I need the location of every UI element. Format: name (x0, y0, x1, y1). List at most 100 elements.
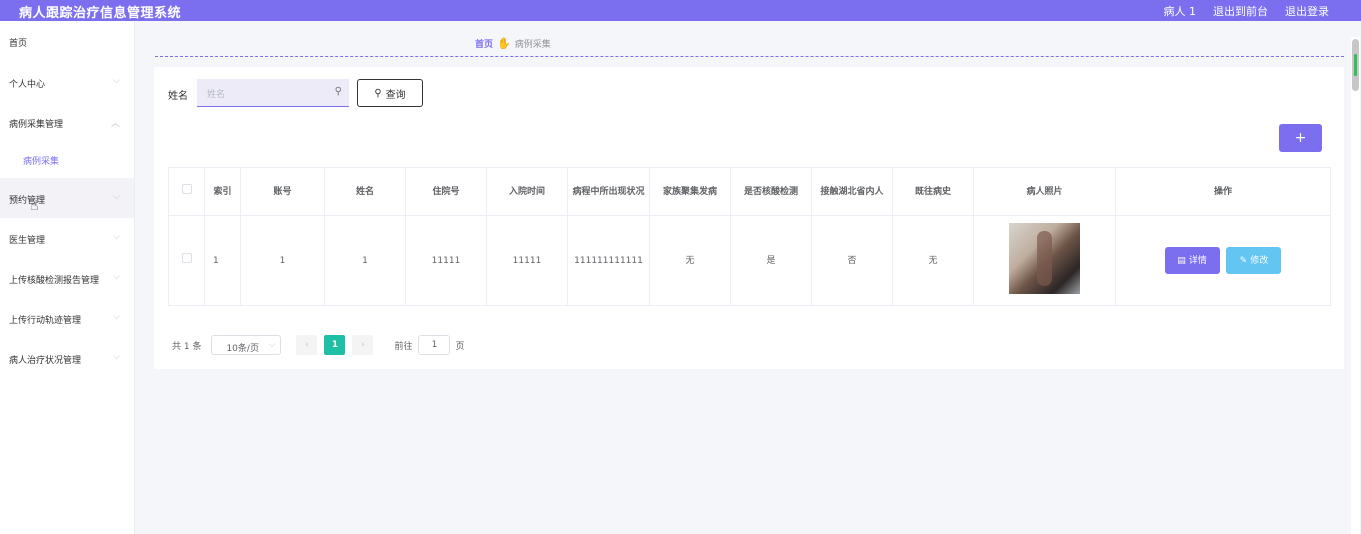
cell-hubei-contact: 否 (811, 215, 893, 306)
sidebar-item-trajectory-management[interactable]: 上传行动轨迹管理 ⌵ (0, 298, 134, 338)
row-select-cell (168, 215, 205, 306)
column-header: 病程中所出现状况 (567, 167, 650, 216)
sidebar-item-label: 预约管理 (9, 196, 46, 206)
query-button-label: 查询 (385, 89, 406, 101)
breadcrumb-current: 病例采集 (514, 40, 551, 50)
sidebar-item-label: 病人治疗状况管理 (9, 356, 82, 366)
query-button[interactable]: ⚲ 查询 (357, 79, 423, 107)
top-right-menu: 病人 1 退出到前台 退出登录 (1164, 3, 1330, 19)
chevron-down-icon: ⌵ (113, 312, 120, 322)
sidebar-item-label: 病例采集管理 (9, 120, 64, 130)
cell-admission-time: 11111 (486, 215, 568, 306)
sidebar: 首页 个人中心 ⌵ 病例采集管理 ︿ 病例采集 预约管理 ⌵ 医生管理 ⌵ 上传… (0, 21, 135, 534)
hand-icon: ✋ (497, 37, 511, 50)
divider (155, 56, 1344, 57)
chevron-up-icon: ︿ (110, 119, 120, 129)
chevron-down-icon: ⌵ (268, 340, 276, 350)
cell-account: 1 (240, 215, 325, 306)
sidebar-item-nucleic-report-management[interactable]: 上传核酸检测报告管理 ⌵ (0, 258, 134, 298)
scrollbar-thumb[interactable] (1352, 39, 1359, 91)
next-page-button[interactable]: › (352, 335, 374, 355)
logout-link[interactable]: 退出登录 (1285, 3, 1329, 19)
breadcrumb-home[interactable]: 首页 (475, 37, 493, 50)
select-all-checkbox[interactable] (181, 184, 192, 194)
table-row: 1 1 1 11111 11111 111111111111 无 是 否 无 ▤… (168, 215, 1331, 306)
cell-photo (973, 215, 1116, 306)
sidebar-item-label: 上传行动轨迹管理 (9, 316, 82, 326)
sidebar-item-label: 医生管理 (9, 236, 46, 246)
sidebar-item-appointment-management[interactable]: 预约管理 ⌵ (0, 178, 134, 218)
page-size-select[interactable]: 10条/页 ⌵ (211, 335, 282, 355)
current-user[interactable]: 病人 1 (1164, 3, 1197, 19)
content-card: 姓名 姓名 ⚲ ⚲ 查询 + 索引 账号 姓名 住院号 入院时间 病程中所出现状… (154, 67, 1344, 369)
edit-button[interactable]: ✎ 修改 (1226, 247, 1282, 274)
chevron-right-icon: › (361, 340, 365, 350)
search-label: 姓名 (168, 91, 188, 102)
pagination-total: 共 1 条 (172, 341, 202, 352)
vertical-scrollbar[interactable] (1351, 37, 1360, 534)
column-header: 账号 (240, 167, 325, 216)
main-content: 首页 ✋ 病例采集 姓名 姓名 ⚲ ⚲ 查询 + 索引 账号 姓名 住院号 入院… (135, 21, 1344, 534)
sidebar-item-case-collection[interactable]: 病例采集 (0, 139, 134, 179)
case-table: 索引 账号 姓名 住院号 入院时间 病程中所出现状况 家族聚集发病 是否核酸检测… (168, 167, 1331, 306)
cell-name: 1 (324, 215, 406, 306)
chevron-down-icon: ⌵ (113, 352, 120, 362)
cell-history: 无 (892, 215, 974, 306)
edit-button-label: 修改 (1250, 255, 1269, 266)
sidebar-item-personal-center[interactable]: 个人中心 ⌵ (0, 62, 134, 102)
patient-photo (1009, 222, 1080, 294)
column-header: 住院号 (405, 167, 487, 216)
name-search-input[interactable]: 姓名 ⚲ (197, 79, 349, 107)
top-bar: 病人跟踪治疗信息管理系统 病人 1 退出到前台 退出登录 (0, 0, 1361, 21)
chevron-down-icon: ⌵ (113, 272, 120, 282)
goto-page-input[interactable]: 1 (418, 335, 451, 355)
pagination: 共 1 条 10条/页 ⌵ ‹ 1 › 前往 1 页 (172, 335, 464, 355)
sidebar-item-label: 病例采集 (23, 157, 60, 167)
cell-condition: 111111111111 (567, 215, 650, 306)
column-header: 接触湖北省内人 (811, 167, 893, 216)
sidebar-item-home[interactable]: 首页 (0, 21, 134, 61)
goto-prefix: 前往 (394, 341, 413, 352)
search-icon: ⚲ (334, 86, 342, 97)
detail-button-label: 详情 (1188, 255, 1207, 266)
table-header-row: 索引 账号 姓名 住院号 入院时间 病程中所出现状况 家族聚集发病 是否核酸检测… (168, 167, 1331, 216)
column-header: 既往病史 (892, 167, 974, 216)
column-header: 家族聚集发病 (649, 167, 731, 216)
sidebar-item-case-collection-management[interactable]: 病例采集管理 ︿ (0, 102, 134, 142)
sidebar-item-doctor-management[interactable]: 医生管理 ⌵ (0, 218, 134, 258)
add-button[interactable]: + (1279, 124, 1322, 152)
sidebar-item-label: 个人中心 (9, 80, 46, 90)
column-header: 索引 (204, 167, 241, 216)
sidebar-item-label: 上传核酸检测报告管理 (9, 276, 100, 286)
row-checkbox[interactable] (181, 253, 192, 263)
mouse-pointer-icon: ☝ (30, 198, 39, 214)
chevron-down-icon: ⌵ (113, 192, 120, 202)
cell-admission-no: 11111 (405, 215, 487, 306)
cell-index: 1 (204, 215, 241, 306)
cell-family-cluster: 无 (649, 215, 731, 306)
detail-button[interactable]: ▤ 详情 (1164, 247, 1220, 274)
column-header: 操作 (1115, 167, 1331, 216)
breadcrumb: 首页 ✋ 病例采集 (475, 37, 551, 50)
column-header: 入院时间 (486, 167, 568, 216)
column-header: 是否核酸检测 (730, 167, 812, 216)
back-to-front-link[interactable]: 退出到前台 (1213, 3, 1268, 19)
chevron-down-icon: ⌵ (113, 232, 120, 242)
cell-nucleic-test: 是 (730, 215, 812, 306)
page-size-value: 10条/页 (226, 344, 259, 354)
page-number-1[interactable]: 1 (324, 335, 346, 355)
select-all-cell (168, 167, 205, 216)
column-header: 病人照片 (973, 167, 1116, 216)
edit-icon: ✎ (1239, 255, 1248, 266)
prev-page-button[interactable]: ‹ (296, 335, 318, 355)
sidebar-item-treatment-status-management[interactable]: 病人治疗状况管理 ⌵ (0, 338, 134, 378)
cell-actions: ▤ 详情 ✎ 修改 (1115, 215, 1331, 306)
sidebar-item-label: 首页 (9, 39, 28, 49)
chevron-left-icon: ‹ (305, 340, 309, 350)
chevron-down-icon: ⌵ (113, 76, 120, 86)
goto-suffix: 页 (455, 341, 465, 352)
search-placeholder: 姓名 (207, 90, 226, 100)
column-header: 姓名 (324, 167, 406, 216)
search-icon: ⚲ (374, 87, 382, 99)
document-icon: ▤ (1177, 255, 1186, 266)
